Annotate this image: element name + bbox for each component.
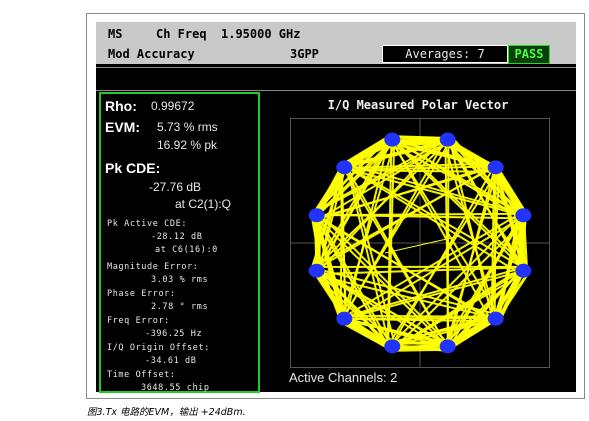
pk-active-label: Pk Active CDE: (107, 219, 188, 229)
time-offset-value: 3648.55 chip (141, 383, 210, 393)
freq-error-value: -396.25 Hz (145, 329, 203, 339)
pass-text: PASS (514, 47, 544, 61)
constellation-point-3 (439, 132, 456, 147)
constellation-point-11 (487, 311, 504, 326)
evm-label: EVM: (105, 119, 140, 135)
magnitude-error-label: Magnitude Error: (107, 262, 199, 272)
constellation-point-2 (487, 160, 504, 175)
rho-value: 0.99672 (151, 99, 195, 113)
averages-text: Averages: 7 (405, 47, 485, 61)
freq-label: Ch Freq (156, 27, 207, 41)
magnitude-error-value: 3.03 % rms (151, 275, 209, 285)
freq-value: 1.95000 GHz (221, 27, 301, 41)
results-panel: Rho: 0.99672 EVM: 5.73 % rms 16.92 % pk … (99, 92, 260, 393)
phase-error-label: Phase Error: (107, 289, 176, 299)
separator-bar (96, 67, 576, 91)
constellation-point-10 (439, 339, 456, 354)
constellation-point-9 (384, 339, 401, 354)
figure-caption: 图3.Tx 电路的EVM，输出 +24dBm. (87, 407, 246, 418)
active-channels-label: Active Channels: 2 (289, 370, 398, 385)
evm-pk: 16.92 % pk (157, 138, 218, 152)
constellation-point-1 (515, 208, 532, 223)
constellation-point-8 (336, 311, 353, 326)
constellation-point-6 (308, 208, 325, 223)
evm-rms: 5.73 % rms (157, 120, 218, 134)
pk-active-at: at C6(16):0 (155, 245, 218, 255)
constellation-point-5 (336, 160, 353, 175)
standard-label: 3GPP (290, 47, 319, 61)
pkcde-at: at C2(1):Q (175, 197, 232, 211)
iq-offset-value: -34.61 dB (145, 356, 197, 366)
plot-title: I/Q Measured Polar Vector (327, 98, 509, 112)
pkcde-value: -27.76 dB (149, 180, 202, 194)
measurement-label: Mod Accuracy (108, 47, 195, 61)
pass-badge: PASS (508, 45, 550, 64)
pkcde-label: Pk CDE: (105, 160, 161, 176)
phase-error-value: 2.78 ° rms (151, 302, 209, 312)
iq-polar-plot (290, 118, 550, 368)
constellation-point-7 (308, 263, 325, 278)
mode-label: MS (108, 27, 123, 41)
constellation-point-12 (515, 263, 532, 278)
averages-box: Averages: 7 (382, 45, 508, 63)
trace-line (344, 314, 499, 318)
freq-error-label: Freq Error: (107, 316, 170, 326)
pk-active-value: -28.12 dB (151, 232, 203, 242)
rho-label: Rho: (105, 98, 137, 114)
iq-offset-label: I/Q Origin Offset: (107, 343, 210, 353)
time-offset-label: Time Offset: (107, 370, 176, 380)
header-bar: MS Ch Freq 1.95000 GHz Mod Accuracy 3GPP… (96, 22, 576, 64)
constellation-point-4 (384, 132, 401, 147)
analyzer-screen: MS Ch Freq 1.95000 GHz Mod Accuracy 3GPP… (96, 22, 576, 393)
